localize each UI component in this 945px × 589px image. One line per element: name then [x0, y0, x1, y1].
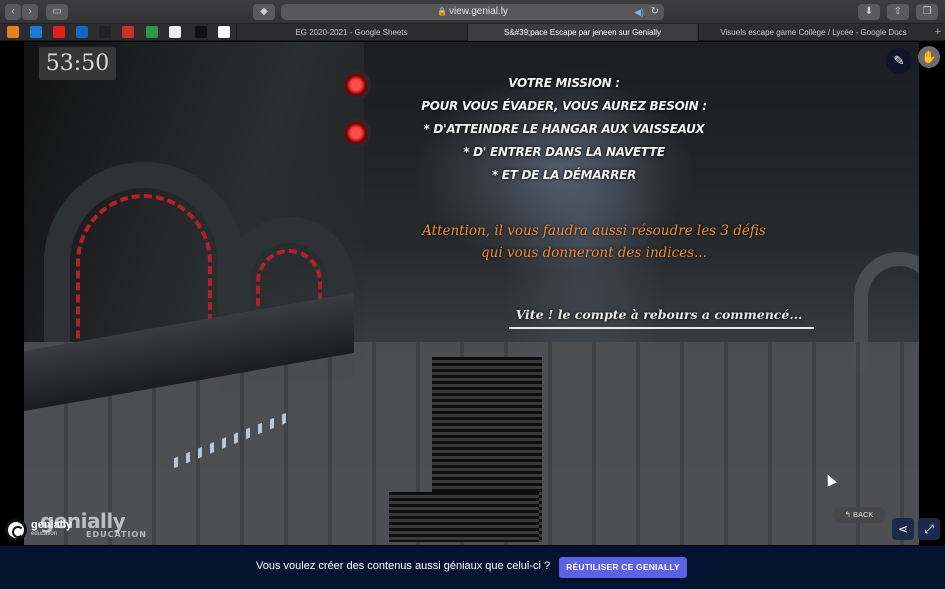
twitter-icon[interactable]	[30, 26, 42, 38]
genially-g-icon[interactable]	[5, 519, 27, 541]
new-tab-icon[interactable]: +	[935, 24, 941, 41]
genially-small-logo-sub: education	[31, 531, 58, 537]
genially-small-logo[interactable]: genially	[31, 519, 72, 531]
genially-logo-sub: EDUCATION	[86, 530, 147, 539]
countdown-link[interactable]: Vite ! le compte à rebours a commencé...	[494, 307, 824, 329]
hand-icon[interactable]: ✋	[918, 46, 940, 68]
fullscreen-icon[interactable]: ⤢	[918, 518, 940, 540]
back-nav-button[interactable]: ‹	[5, 4, 21, 20]
tab-genially[interactable]: S&#39;pace Escape par jeneen sur Geniall…	[467, 24, 697, 41]
mission-line: * D'ATTEINDRE LE HANGAR AUX VAISSEAUX	[423, 122, 705, 136]
lock-icon: 🔒	[437, 7, 448, 16]
pen-icon[interactable]: ✎	[886, 48, 912, 74]
tab-bar: EG 2020-2021 - Google Sheets S&#39;pace …	[0, 24, 945, 41]
fx-icon[interactable]	[99, 26, 111, 38]
share-network-icon[interactable]: ⋖	[892, 518, 914, 540]
bookmark-icon[interactable]	[7, 26, 19, 38]
outlook-icon[interactable]	[76, 26, 88, 38]
google-icon[interactable]	[218, 26, 230, 38]
tab-sheets[interactable]: EG 2020-2021 - Google Sheets	[236, 24, 466, 41]
banner-text: Vous voulez créer des contenus aussi gén…	[256, 560, 551, 572]
share-icon[interactable]: ⇧	[887, 4, 909, 20]
mission-line: VOTRE MISSION :	[508, 76, 620, 90]
escape-scene: 53:50 VOTRE MISSION : POUR VOUS ÉVADER, …	[24, 42, 919, 545]
download-icon[interactable]: ⬇	[858, 4, 880, 20]
mission-line: POUR VOUS ÉVADER, VOUS AUREZ BESOIN :	[421, 99, 707, 113]
reuse-genially-button[interactable]: RÉUTILISER CE GENIALLY	[559, 557, 687, 578]
reload-icon[interactable]: ↻	[651, 4, 659, 20]
nike-icon[interactable]	[169, 26, 181, 38]
back-arrow-icon: ↰	[844, 510, 853, 519]
attention-line: Attention, il vous faudra aussi résoudre…	[422, 223, 766, 239]
attention-text: Attention, il vous faudra aussi résoudre…	[384, 220, 804, 264]
attention-line: qui vous donneront des indices...	[481, 245, 707, 261]
tab-docs[interactable]: Visuels escape game Collège / Lycée - Go…	[698, 24, 928, 41]
tabs-overview-icon[interactable]: ❐	[916, 4, 938, 20]
back-button[interactable]: ↰ BACK	[832, 507, 886, 523]
drive-icon[interactable]	[146, 26, 158, 38]
gmail-icon[interactable]	[122, 26, 134, 38]
floor-grille-front	[389, 492, 539, 542]
mission-line: * ET DE LA DÉMARRER	[491, 168, 637, 182]
countdown-timer: 53:50	[39, 47, 116, 80]
youtube-icon[interactable]	[53, 26, 65, 38]
speaker-icon[interactable]: ◀)	[634, 4, 644, 20]
url-text: view.genial.ly	[449, 6, 508, 17]
tag-icon[interactable]: ◆	[253, 4, 275, 20]
mission-text: VOTRE MISSION : POUR VOUS ÉVADER, VOUS A…	[324, 72, 804, 187]
forward-nav-button[interactable]: ›	[22, 4, 38, 20]
browser-toolbar: ‹ › ▭ ◆ 🔒 view.genial.ly ◀) ↻ ⬇ ⇧ ❐	[0, 0, 945, 24]
url-bar[interactable]: 🔒 view.genial.ly ◀) ↻	[281, 4, 664, 20]
mission-line: * D' ENTRER DANS LA NAVETTE	[463, 145, 665, 159]
sidebar-icon[interactable]: ▭	[46, 4, 68, 20]
dark-icon[interactable]	[195, 26, 207, 38]
reuse-banner: Vous voulez créer des contenus aussi gén…	[0, 546, 945, 589]
